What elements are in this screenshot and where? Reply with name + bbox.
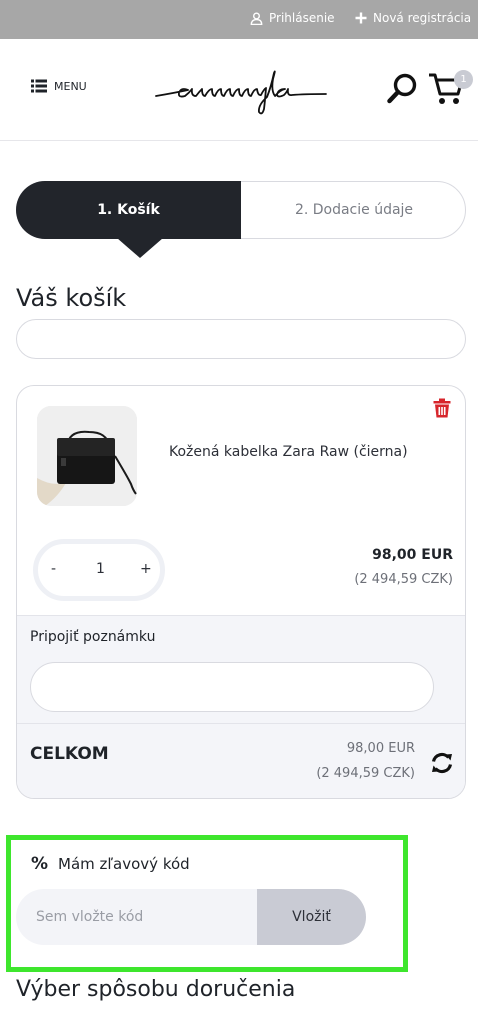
total-label: CELKOM — [30, 744, 109, 764]
step-delivery-details[interactable]: 2. Dodacie údaje — [243, 182, 465, 238]
step-cart[interactable]: 1. Košík — [16, 181, 241, 239]
discount-toggle[interactable]: % Mám zľavový kód — [31, 854, 190, 874]
search-icon[interactable] — [386, 72, 418, 108]
site-header: MENU 1 — [0, 39, 478, 141]
menu-label: MENU — [54, 79, 87, 93]
cart-info-bar — [16, 319, 466, 359]
total-section: CELKOM 98,00 EUR (2 494,59 CZK) — [17, 723, 465, 798]
menu-button[interactable]: MENU — [31, 79, 87, 93]
checkout-steps: 1. Košík 2. Dodacie údaje — [16, 181, 466, 258]
product-image[interactable] — [37, 406, 137, 506]
product-name[interactable]: Kožená kabelka Zara Raw (čierna) — [169, 444, 408, 460]
item-price-czk: (2 494,59 CZK) — [354, 572, 453, 587]
quantity-stepper: - 1 + — [33, 539, 165, 601]
plus-icon — [355, 12, 367, 24]
discount-code-input[interactable] — [16, 889, 258, 945]
increase-quantity-button[interactable]: + — [140, 561, 152, 577]
apply-discount-button[interactable]: Vložiť — [257, 889, 366, 945]
discount-code-section: % Mám zľavový kód Vložiť — [6, 835, 408, 972]
register-link[interactable]: Nová registrácia — [355, 11, 471, 25]
note-label: Pripojiť poznámku — [30, 629, 156, 645]
percent-icon: % — [31, 854, 49, 874]
quantity-value[interactable]: 1 — [96, 561, 105, 577]
login-label: Prihlásenie — [269, 11, 335, 25]
refresh-icon[interactable] — [430, 752, 454, 778]
trash-icon[interactable] — [433, 398, 451, 422]
hamburger-icon — [31, 79, 47, 93]
logo-image — [155, 70, 327, 115]
active-step-arrow — [117, 238, 163, 258]
top-bar: Prihlásenie Nová registrácia — [0, 0, 478, 39]
item-price: 98,00 EUR — [372, 547, 453, 563]
cart-item-card: Kožená kabelka Zara Raw (čierna) - 1 + 9… — [16, 385, 466, 799]
cart-title: Váš košík — [16, 284, 127, 312]
total-price: 98,00 EUR — [346, 741, 415, 756]
decrease-quantity-button[interactable]: - — [51, 561, 56, 577]
user-icon — [250, 12, 263, 25]
total-price-czk: (2 494,59 CZK) — [316, 766, 415, 781]
discount-label: Mám zľavový kód — [58, 855, 190, 873]
note-section: Pripojiť poznámku — [17, 615, 465, 723]
logo[interactable] — [154, 67, 328, 121]
register-label: Nová registrácia — [373, 11, 472, 25]
login-link[interactable]: Prihlásenie — [250, 11, 335, 25]
delivery-method-title: Výber spôsobu doručenia — [16, 977, 296, 1002]
note-input[interactable] — [30, 662, 434, 712]
cart-count-badge: 1 — [454, 70, 473, 89]
